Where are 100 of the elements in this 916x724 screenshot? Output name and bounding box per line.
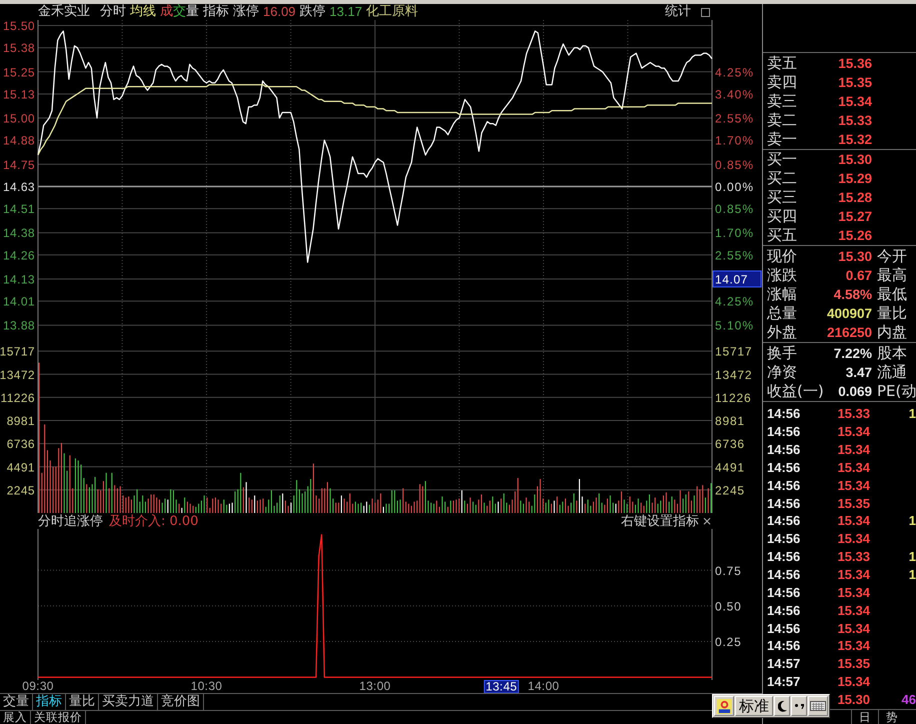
trade-time: 14:56 [767, 442, 802, 458]
quote-value: 0.67 [844, 268, 872, 283]
moon-button[interactable] [774, 696, 790, 716]
punctuation-icon [794, 704, 804, 708]
quote-label: 股本 [876, 344, 908, 363]
volume-axis-label: 11226 [0, 390, 35, 405]
percent-axis-label: 2.55% [715, 112, 754, 126]
bid-level-label: 买四 [767, 207, 798, 226]
ask-price: 15.32 [837, 132, 872, 147]
percent-axis-label: 4.25% [715, 65, 754, 80]
view-tab[interactable]: 量比 [66, 694, 99, 710]
bid-level-label: 买三 [767, 188, 798, 207]
time-axis-label: 10:30 [190, 679, 222, 693]
trade-price: 15.34 [836, 442, 870, 458]
price-axis-label: 15.25 [2, 65, 35, 80]
panel-tab[interactable]: 势 [878, 710, 905, 724]
punctuation-button[interactable] [791, 696, 807, 716]
panel-tab[interactable]: 日 [851, 710, 878, 724]
trade-price: 15.34 [836, 478, 870, 493]
volume-axis-label: 15717 [0, 344, 35, 359]
trade-price: 15.33 [836, 406, 870, 422]
quote-value: 15.30 [837, 249, 872, 264]
header-label: 化工原料 [366, 4, 418, 20]
trade-time: 14:56 [767, 584, 802, 600]
volume-axis-label: 6736 [6, 437, 35, 452]
quote-label: PE(动 [876, 382, 916, 401]
indicator-axis-label: 0.25 [715, 635, 742, 650]
trade-time: 14:56 [767, 478, 802, 493]
quote-label: 现价 [767, 247, 798, 266]
stock-name: 金禾实业 [38, 4, 90, 20]
volume-axis-label: 8981 [715, 414, 745, 428]
bid-price: 15.27 [837, 209, 872, 224]
price-axis-label: 14.38 [2, 226, 35, 240]
view-tab[interactable]: 指标 [33, 694, 66, 710]
trade-time: 14:56 [767, 406, 802, 422]
settings-hint: 右键设置指标 [620, 513, 699, 530]
trade-price: 15.34 [836, 620, 870, 636]
trade-volume: 1 [908, 513, 916, 528]
trade-time: 14:56 [767, 567, 802, 582]
volume-axis-label: 2245 [6, 483, 35, 498]
trade-time: 14:56 [767, 620, 802, 636]
header-label: 跌停 [300, 4, 326, 20]
trade-time: 14:56 [767, 460, 802, 475]
ask-price: 15.35 [837, 75, 872, 90]
volume-axis-label: 8981 [6, 414, 35, 428]
quote-label: 总量 [767, 304, 798, 323]
ask-level-label: 卖四 [767, 73, 798, 92]
indicator-reading: 及时介入: 0.00 [109, 513, 198, 530]
price-axis-label: 15.00 [2, 112, 35, 126]
volume-axis-label: 11226 [715, 390, 752, 405]
trade-time: 14:56 [767, 602, 802, 618]
trade-volume: 1 [908, 567, 916, 582]
quote-value: 216250 [826, 325, 872, 340]
trade-time: 14:56 [767, 549, 802, 564]
close-button[interactable]: × [702, 514, 712, 528]
price-axis-label: 14.01 [2, 294, 35, 309]
time-axis-label: 14:00 [528, 679, 560, 693]
price-axis-label: 14.13 [2, 272, 35, 286]
ask-price: 15.36 [837, 56, 872, 71]
header-label: 分时 [100, 4, 126, 20]
percent-axis-label: 5.10% [715, 318, 754, 333]
trade-price: 15.34 [836, 638, 870, 654]
trade-time: 14:56 [767, 531, 802, 546]
statistics-tab[interactable]: 统计 [665, 4, 691, 20]
ime-logo-button[interactable] [714, 696, 734, 716]
trade-time: 14:56 [767, 496, 802, 511]
quote-label: 外盘 [767, 323, 798, 342]
input-mode-button[interactable]: 标准 [735, 696, 773, 716]
percent-axis-label: 1.70% [715, 226, 754, 240]
trade-price: 15.34 [836, 460, 870, 475]
keyboard-button[interactable] [808, 696, 828, 716]
bid-level-label: 买五 [767, 226, 798, 245]
square-icon[interactable] [701, 8, 710, 16]
price-axis-label: 15.38 [2, 41, 35, 56]
trade-time: 14:56 [767, 424, 802, 440]
ask-level-label: 卖五 [767, 54, 798, 73]
view-tab[interactable]: 展入 [0, 711, 31, 724]
cursor-time-tag: 13:45 [484, 680, 519, 694]
price-axis-label: 14.88 [2, 134, 35, 148]
trade-price: 15.33 [836, 549, 870, 564]
header-label: 涨停 [233, 4, 259, 20]
trade-price: 15.34 [836, 584, 870, 600]
indicator-name: 分时追涨停 [38, 513, 103, 530]
price-axis-label: 14.51 [2, 202, 35, 216]
trade-price: 15.35 [836, 496, 870, 511]
price-axis-label: 15.50 [2, 19, 35, 34]
ask-level-label: 卖一 [767, 130, 798, 149]
volume-legend: 成交量 [160, 4, 199, 20]
price-axis-label: 15.13 [2, 88, 35, 102]
view-tab[interactable]: 关联报价 [31, 711, 86, 724]
quote-label: 量比 [876, 304, 908, 323]
ime-logo-icon [716, 698, 732, 714]
volume-axis-label: 6736 [715, 437, 745, 452]
trade-volume: 46 [900, 692, 916, 707]
view-tab[interactable]: 交量 [0, 694, 33, 710]
view-tab[interactable]: 竞价图 [158, 694, 204, 710]
percent-axis-label: 2.55% [715, 248, 754, 262]
view-tab[interactable]: 买卖力道 [99, 694, 158, 710]
quote-value: 400907 [826, 306, 872, 321]
quote-label: 最低 [876, 285, 908, 304]
